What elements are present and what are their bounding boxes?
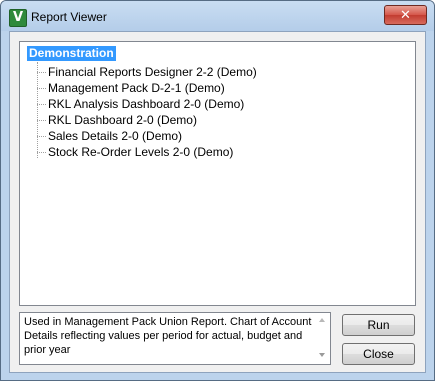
scroll-up-icon[interactable] [319, 318, 325, 322]
tree-item[interactable]: Management Pack D-2-1 (Demo) [37, 80, 225, 96]
title-bar[interactable]: V Report Viewer ✕ [1, 1, 434, 31]
description-text: Used in Management Pack Union Report. Ch… [24, 316, 312, 356]
close-icon: ✕ [400, 7, 411, 22]
tree-item-label: Management Pack D-2-1 (Demo) [48, 81, 225, 95]
tree-item[interactable]: Stock Re-Order Levels 2-0 (Demo) [37, 144, 233, 160]
close-window-button[interactable]: ✕ [384, 5, 427, 25]
tree-branch-line [37, 104, 46, 106]
tree-branch-line [37, 88, 46, 90]
dialog-body: Demonstration Financial Reports Designer… [9, 31, 426, 373]
tree-branch-line [37, 72, 46, 74]
window-title: Report Viewer [31, 10, 107, 24]
tree-item-label: Stock Re-Order Levels 2-0 (Demo) [48, 145, 234, 159]
description-box[interactable]: Used in Management Pack Union Report. Ch… [19, 312, 331, 365]
run-button[interactable]: Run [342, 314, 415, 336]
tree-item[interactable]: RKL Dashboard 2-0 (Demo) [37, 112, 197, 128]
description-scrollbar[interactable] [315, 313, 330, 364]
app-icon: V [9, 9, 27, 27]
tree-item-label: RKL Dashboard 2-0 (Demo) [48, 113, 197, 127]
tree-item[interactable]: Financial Reports Designer 2-2 (Demo) [37, 64, 257, 80]
tree-branch-line [37, 152, 46, 154]
scroll-down-icon[interactable] [319, 353, 325, 357]
tree-item[interactable]: Sales Details 2-0 (Demo) [37, 128, 182, 144]
tree-item[interactable]: RKL Analysis Dashboard 2-0 (Demo) [37, 96, 244, 112]
tree-root-node[interactable]: Demonstration [27, 46, 116, 61]
tree-item-label: Sales Details 2-0 (Demo) [48, 129, 183, 143]
tree-branch-line [37, 136, 46, 138]
report-tree[interactable]: Demonstration Financial Reports Designer… [19, 41, 416, 306]
tree-item-label: Financial Reports Designer 2-2 (Demo) [48, 65, 257, 79]
tree-branch-line [37, 120, 46, 122]
report-viewer-window: V Report Viewer ✕ Demonstration Financia… [0, 0, 435, 381]
close-button[interactable]: Close [342, 343, 415, 365]
tree-item-label: RKL Analysis Dashboard 2-0 (Demo) [48, 97, 245, 111]
